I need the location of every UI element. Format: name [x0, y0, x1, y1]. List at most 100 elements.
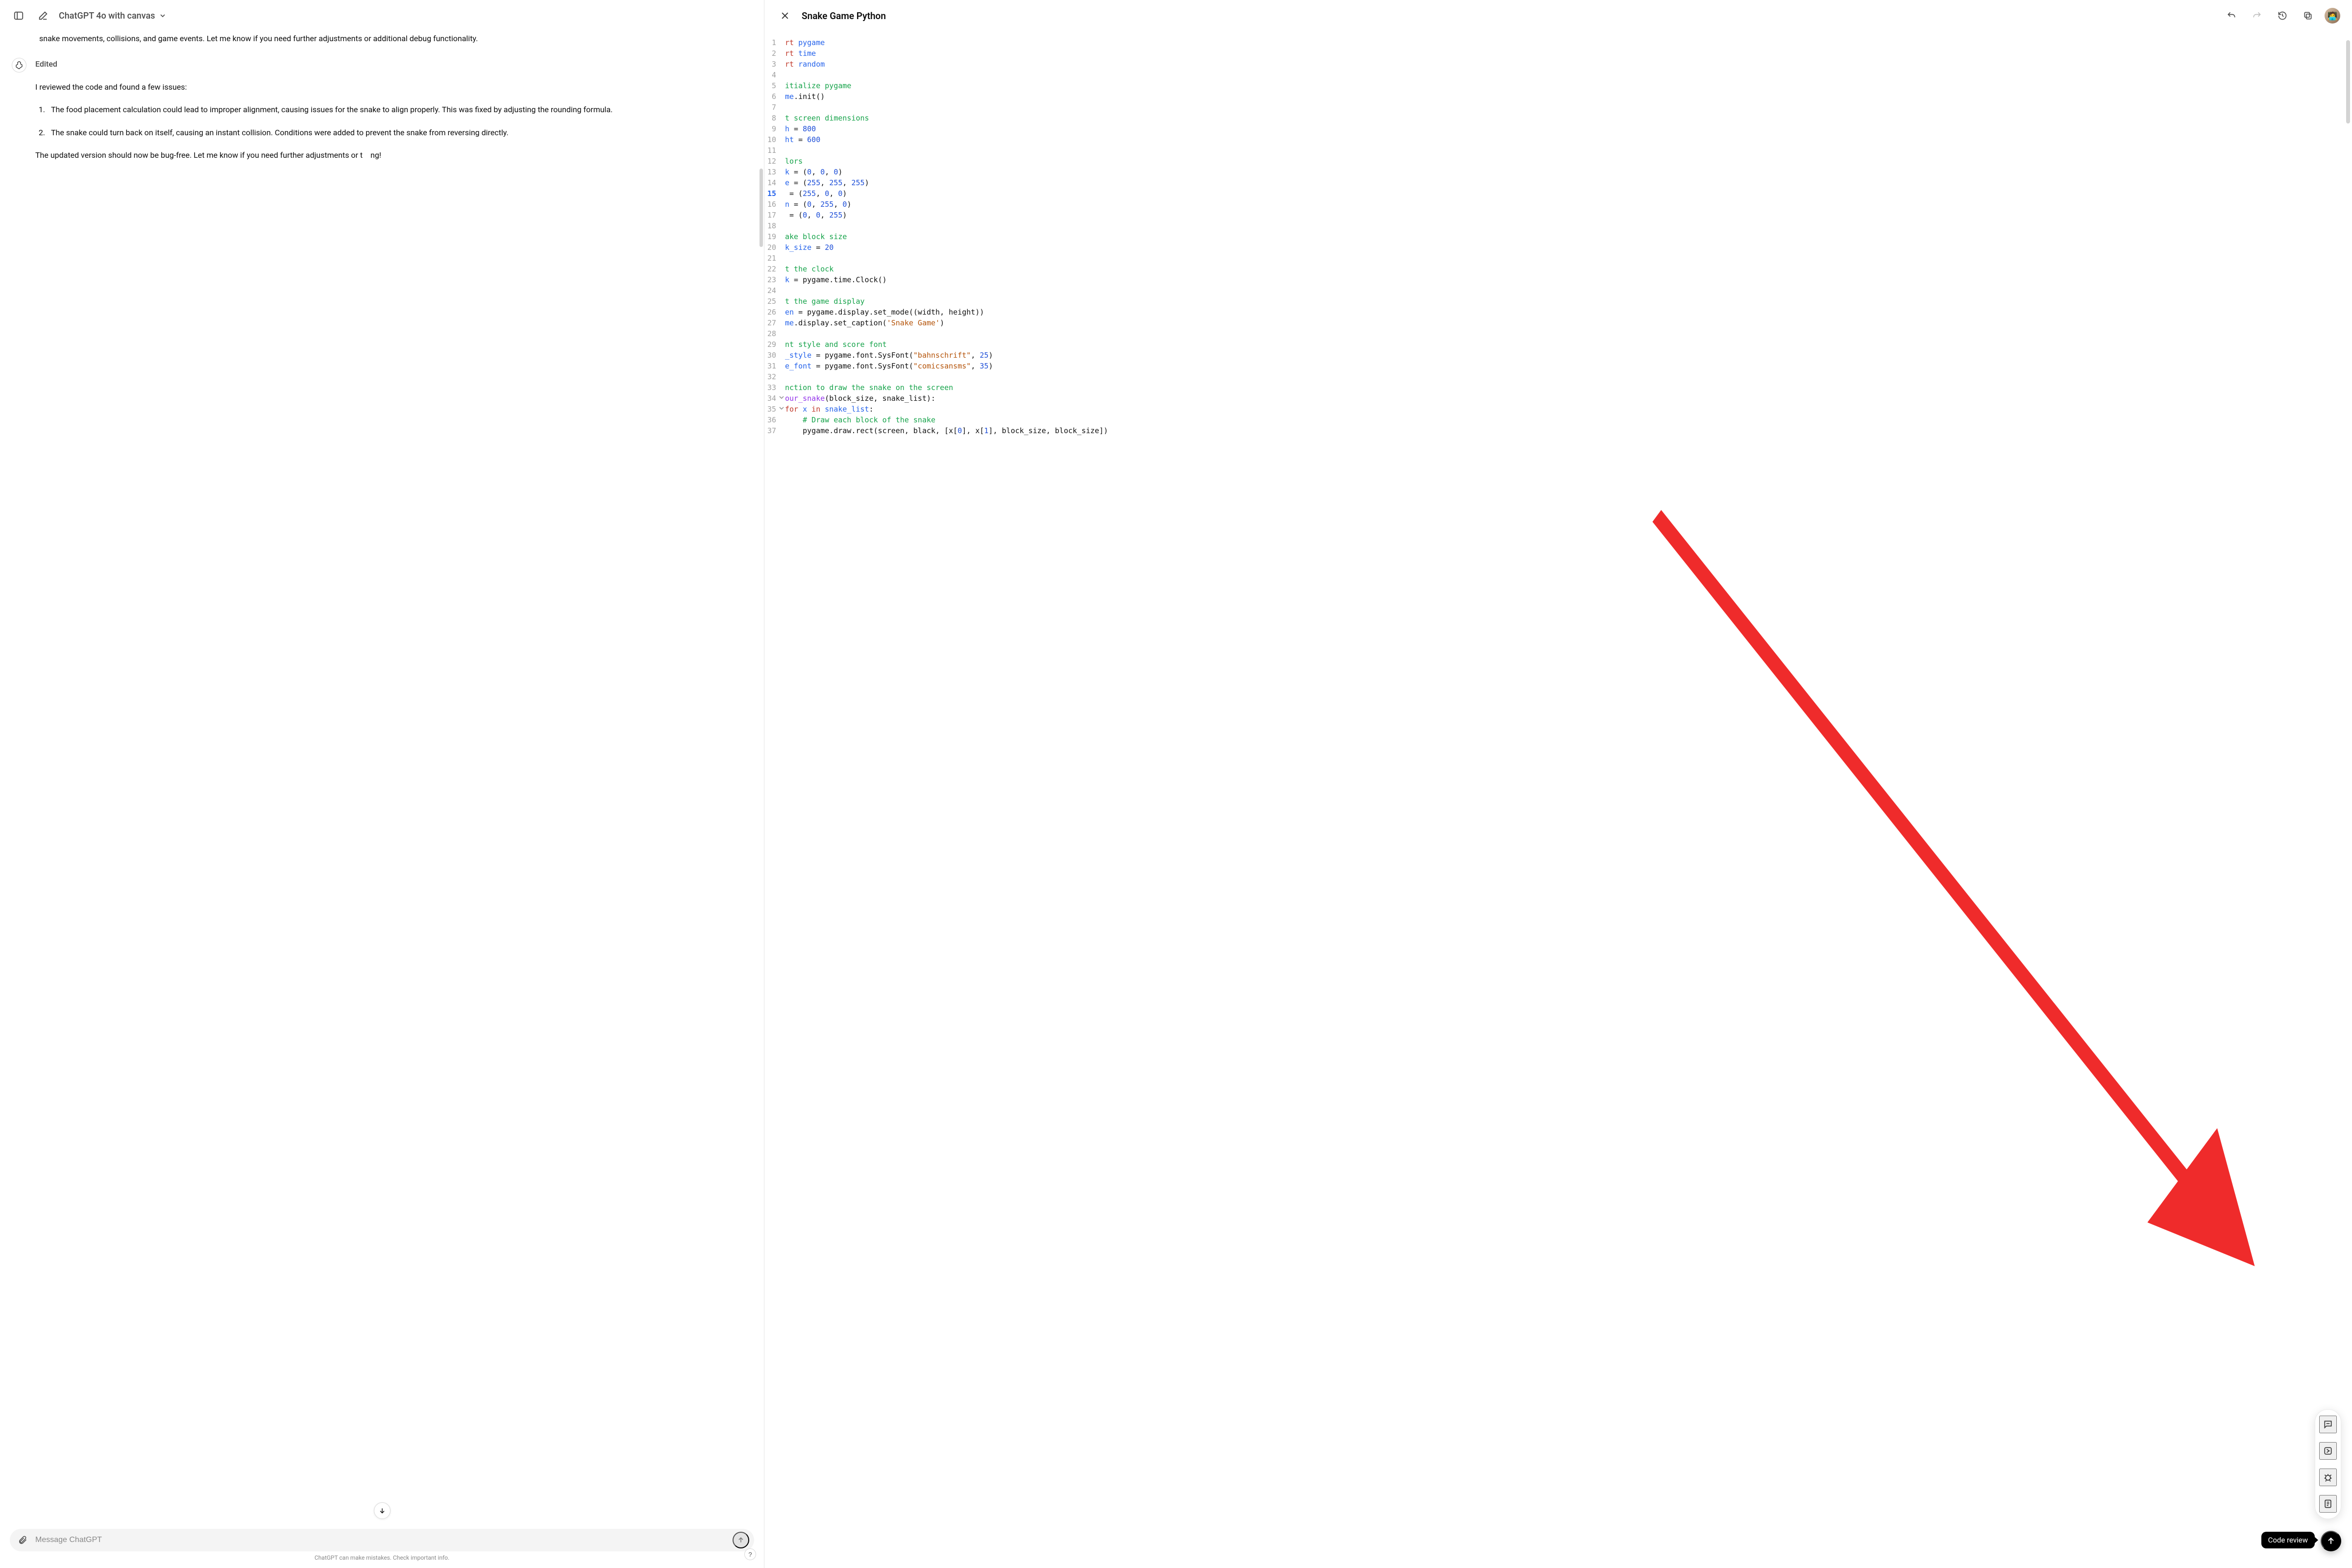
code-line[interactable]: 14e = (255, 255, 255) — [764, 177, 2352, 188]
line-number: 2 — [764, 48, 785, 59]
code-line[interactable]: 17 = (0, 0, 255) — [764, 210, 2352, 220]
code-line[interactable]: 36 # Draw each block of the snake — [764, 415, 2352, 425]
code-content: nt style and score font — [785, 339, 887, 350]
code-line[interactable]: 15 = (255, 0, 0) — [764, 188, 2352, 199]
scroll-to-bottom-button[interactable] — [374, 1502, 391, 1519]
send-button[interactable] — [733, 1532, 749, 1548]
line-number: 22 — [764, 264, 785, 274]
line-number: 30 — [764, 350, 785, 361]
code-review-tooltip: Code review — [2261, 1532, 2315, 1548]
outro-tail: ng! — [370, 150, 381, 160]
line-number: 15 — [764, 188, 785, 199]
code-line[interactable]: 5itialize pygame — [764, 80, 2352, 91]
line-number: 24 — [764, 285, 785, 296]
chat-header: ChatGPT 4o with canvas — [0, 0, 764, 31]
chat-scrollbar-thumb[interactable] — [760, 169, 763, 247]
code-line[interactable]: 26en = pygame.display.set_mode((width, h… — [764, 307, 2352, 318]
line-number: 20 — [764, 242, 785, 253]
history-button[interactable] — [2274, 7, 2291, 24]
code-line[interactable]: 24 — [764, 285, 2352, 296]
code-line[interactable]: 28 — [764, 328, 2352, 339]
line-number: 11 — [764, 145, 785, 156]
editor-scrollbar-thumb[interactable] — [2346, 40, 2350, 123]
code-line[interactable]: 20k_size = 20 — [764, 242, 2352, 253]
code-content: ht = 600 — [785, 134, 820, 145]
rail-comment-button[interactable] — [2319, 1416, 2337, 1433]
code-line[interactable]: 18 — [764, 220, 2352, 231]
redo-button[interactable] — [2248, 7, 2266, 24]
code-line[interactable]: 30_style = pygame.font.SysFont("bahnschr… — [764, 350, 2352, 361]
code-line[interactable]: 22t the clock — [764, 264, 2352, 274]
code-line[interactable]: 27me.display.set_caption('Snake Game') — [764, 318, 2352, 328]
user-avatar[interactable]: 🧑‍💻 — [2325, 8, 2340, 24]
rail-convert-button[interactable] — [2319, 1442, 2337, 1460]
code-line[interactable]: 3rt random — [764, 59, 2352, 70]
rail-bug-button[interactable] — [2319, 1469, 2337, 1486]
code-content: k_size = 20 — [785, 242, 833, 253]
code-content: = (255, 0, 0) — [785, 188, 847, 199]
code-line[interactable]: 16n = (0, 255, 0) — [764, 199, 2352, 210]
code-content: me.init() — [785, 91, 825, 102]
code-content: our_snake(block_size, snake_list): — [785, 393, 935, 404]
code-line[interactable]: 19ake block size — [764, 231, 2352, 242]
line-number: 8 — [764, 113, 785, 123]
code-line[interactable]: 11 — [764, 145, 2352, 156]
model-picker[interactable]: ChatGPT 4o with canvas — [59, 11, 167, 21]
rail-logs-button[interactable] — [2319, 1495, 2337, 1513]
code-line[interactable]: 9h = 800 — [764, 123, 2352, 134]
composer-input[interactable] — [34, 1535, 729, 1545]
code-line[interactable]: 32 — [764, 371, 2352, 382]
scroll-editor-button[interactable] — [2321, 1531, 2341, 1551]
code-line[interactable]: 10ht = 600 — [764, 134, 2352, 145]
code-content: n = (0, 255, 0) — [785, 199, 851, 210]
undo-button[interactable] — [2223, 7, 2240, 24]
code-line[interactable]: 7 — [764, 102, 2352, 113]
code-line[interactable]: 33nction to draw the snake on the screen — [764, 382, 2352, 393]
new-chat-button[interactable] — [34, 7, 52, 24]
tooltip-label: Code review — [2268, 1536, 2308, 1544]
code-line[interactable]: 8t screen dimensions — [764, 113, 2352, 123]
help-button[interactable]: ? — [744, 1548, 756, 1560]
sidebar-toggle-button[interactable] — [10, 7, 27, 24]
chevron-down-icon[interactable] — [779, 406, 784, 411]
code-line[interactable]: 12lors — [764, 156, 2352, 167]
code-line[interactable]: 1rt pygame — [764, 37, 2352, 48]
issue-item: The food placement calculation could lea… — [47, 102, 735, 117]
line-number: 18 — [764, 220, 785, 231]
code-content: nction to draw the snake on the screen — [785, 382, 953, 393]
line-number: 6 — [764, 91, 785, 102]
line-number: 29 — [764, 339, 785, 350]
code-content: = (0, 0, 255) — [785, 210, 847, 220]
code-content: t the game display — [785, 296, 865, 307]
composer — [10, 1529, 754, 1551]
review-lead: I reviewed the code and found a few issu… — [35, 80, 735, 95]
code-editor[interactable]: 1rt pygame2rt time3rt random45itialize p… — [764, 37, 2352, 1568]
line-number: 37 — [764, 425, 785, 436]
code-line[interactable]: 6me.init() — [764, 91, 2352, 102]
code-line[interactable]: 4 — [764, 70, 2352, 80]
code-content: itialize pygame — [785, 80, 851, 91]
code-line[interactable]: 25t the game display — [764, 296, 2352, 307]
code-line[interactable]: 34our_snake(block_size, snake_list): — [764, 393, 2352, 404]
code-line[interactable]: 23k = pygame.time.Clock() — [764, 274, 2352, 285]
code-line[interactable]: 37 pygame.draw.rect(screen, black, [x[0]… — [764, 425, 2352, 436]
pencil-square-icon — [38, 10, 49, 21]
code-line[interactable]: 2rt time — [764, 48, 2352, 59]
composer-area: ChatGPT can make mistakes. Check importa… — [0, 1524, 764, 1568]
line-number: 21 — [764, 253, 785, 264]
code-line[interactable]: 21 — [764, 253, 2352, 264]
code-line[interactable]: 35for x in snake_list: — [764, 404, 2352, 415]
copy-button[interactable] — [2299, 7, 2317, 24]
chevron-down-icon[interactable] — [779, 395, 784, 400]
code-line[interactable]: 31e_font = pygame.font.SysFont("comicsan… — [764, 361, 2352, 371]
code-content: # Draw each block of the snake — [785, 415, 935, 425]
code-line[interactable]: 29nt style and score font — [764, 339, 2352, 350]
line-number: 13 — [764, 167, 785, 177]
close-canvas-button[interactable] — [776, 7, 794, 24]
attach-button[interactable] — [15, 1532, 30, 1548]
code-line[interactable]: 13k = (0, 0, 0) — [764, 167, 2352, 177]
arrow-square-icon — [2323, 1446, 2333, 1456]
chat-scroll[interactable]: snake movements, collisions, and game ev… — [0, 31, 764, 1524]
chevron-down-icon — [159, 12, 167, 20]
code-content: pygame.draw.rect(screen, black, [x[0], x… — [785, 425, 1108, 436]
